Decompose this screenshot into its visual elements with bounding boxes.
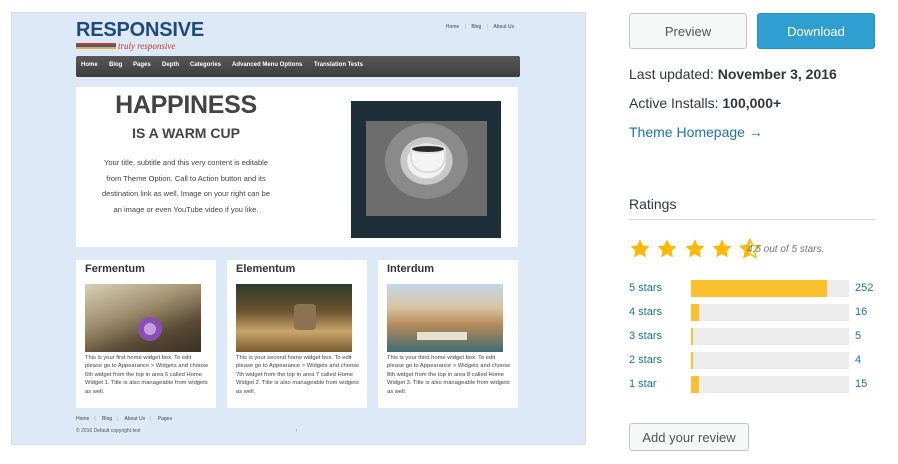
- hero-text: Your title, subtitle and this very conte…: [101, 158, 270, 214]
- widget-title: Interdum: [387, 263, 435, 275]
- nav-blog[interactable]: Blog: [109, 62, 122, 68]
- nav-translation-tests[interactable]: Translation Tests: [314, 62, 363, 68]
- main-nav: Home Blog Pages Depth Categories Advance…: [76, 56, 520, 77]
- hero-section: HAPPINESS IS A WARM CUP Your title, subt…: [76, 87, 518, 247]
- widget-title: Elementum: [236, 263, 296, 275]
- home-widget-3: Interdum This is your third home widget …: [378, 260, 518, 408]
- site-header: RESPONSIVE truly responsive Home | Blog …: [76, 19, 520, 55]
- rating-row-5[interactable]: 5 stars 252: [629, 280, 879, 297]
- widget-text: This is your second home widget box. To …: [236, 355, 360, 395]
- rating-row-2[interactable]: 2 stars 4: [629, 352, 879, 369]
- rating-row-label[interactable]: 3 stars: [629, 330, 662, 342]
- widget-text: This is your first home widget box. To e…: [85, 355, 209, 395]
- hero-title: HAPPINESS: [115, 91, 257, 119]
- preview-button[interactable]: Preview: [629, 13, 747, 49]
- star-full-icon: [685, 239, 705, 258]
- theme-homepage-link[interactable]: Theme Homepage →: [629, 124, 763, 140]
- widget-title: Fermentum: [85, 263, 145, 275]
- rating-bar-track: [691, 280, 849, 297]
- footer-links: Home | Blog | About Us | Pages: [76, 416, 172, 422]
- last-updated: Last updated: November 3, 2016: [629, 66, 837, 82]
- rating-bar-track: [691, 328, 849, 345]
- rating-bar-fill: [691, 328, 694, 345]
- rating-row-count[interactable]: 16: [855, 306, 867, 318]
- footer-link-about[interactable]: About Us: [125, 416, 146, 422]
- last-updated-value: November 3, 2016: [717, 66, 837, 82]
- table-still-life-image: [236, 284, 352, 352]
- star-full-icon: [630, 239, 650, 258]
- star-full-icon: [712, 239, 732, 258]
- rating-row-4[interactable]: 4 stars 16: [629, 304, 879, 321]
- book-flower-image: [85, 284, 201, 352]
- rating-bar-fill: [691, 304, 699, 321]
- theme-screenshot: RESPONSIVE truly responsive Home | Blog …: [11, 12, 586, 445]
- rating-row-count[interactable]: 252: [855, 282, 873, 294]
- ratings-heading: Ratings: [629, 196, 677, 212]
- rating-bar-track: [691, 352, 849, 369]
- scroll-top-link[interactable]: ↑: [295, 428, 298, 434]
- rating-row-label[interactable]: 2 stars: [629, 354, 662, 366]
- rating-row-count[interactable]: 15: [855, 378, 867, 390]
- top-link-blog[interactable]: Blog: [471, 24, 481, 30]
- top-link-about[interactable]: About Us: [493, 24, 514, 30]
- nav-advanced-menu[interactable]: Advanced Menu Options: [232, 62, 302, 68]
- footer-link-home[interactable]: Home: [76, 416, 89, 422]
- add-review-button[interactable]: Add your review: [629, 423, 749, 451]
- logo-title: RESPONSIVE: [76, 19, 205, 41]
- star-rating: [629, 237, 762, 260]
- hero-image-frame: [351, 101, 501, 238]
- rating-row-count[interactable]: 5: [855, 330, 861, 342]
- logo-bars: [76, 43, 116, 49]
- widget-text: This is your third home widget box. To e…: [387, 355, 511, 395]
- footer-link-pages[interactable]: Pages: [158, 416, 172, 422]
- top-link-home[interactable]: Home: [446, 24, 459, 30]
- nav-pages[interactable]: Pages: [133, 62, 151, 68]
- coffee-cup-image: [366, 121, 487, 216]
- logo-tagline: truly responsive: [118, 41, 176, 51]
- rating-bar-fill: [691, 280, 827, 297]
- star-full-icon: [658, 239, 677, 258]
- footer-link-blog[interactable]: Blog: [102, 416, 112, 422]
- active-installs-label: Active Installs:: [629, 95, 719, 111]
- rating-row-1[interactable]: 1 star 15: [629, 376, 879, 393]
- last-updated-label: Last updated:: [629, 66, 714, 82]
- copyright-text: © 2016 Default copyright text: [76, 428, 141, 434]
- rating-bar-track: [691, 376, 849, 393]
- nav-home[interactable]: Home: [81, 62, 98, 68]
- site-logo: RESPONSIVE truly responsive: [76, 19, 204, 55]
- ratings-divider: [629, 219, 875, 220]
- rating-row-count[interactable]: 4: [855, 354, 861, 366]
- rating-row-label[interactable]: 1 star: [629, 378, 657, 390]
- rating-bar-fill: [691, 376, 699, 393]
- active-installs: Active Installs: 100,000+: [629, 95, 781, 111]
- download-button[interactable]: Download: [757, 13, 875, 49]
- rating-bar-fill: [691, 352, 693, 369]
- rating-bar-track: [691, 304, 849, 321]
- rating-row-label[interactable]: 5 stars: [629, 282, 662, 294]
- active-installs-value: 100,000+: [722, 95, 782, 111]
- hero-subtitle: IS A WARM CUP: [132, 125, 240, 141]
- nav-depth[interactable]: Depth: [162, 62, 179, 68]
- home-widget-2: Elementum This is your second home widge…: [227, 260, 367, 408]
- rating-row-label[interactable]: 4 stars: [629, 306, 662, 318]
- top-links: Home | Blog | About Us: [445, 24, 514, 30]
- canal-town-image: [387, 284, 503, 352]
- rating-summary: 4.5 out of 5 stars.: [747, 244, 825, 255]
- home-widget-1: Fermentum This is your first home widget…: [76, 260, 216, 408]
- rating-row-3[interactable]: 3 stars 5: [629, 328, 879, 345]
- nav-categories[interactable]: Categories: [190, 62, 221, 68]
